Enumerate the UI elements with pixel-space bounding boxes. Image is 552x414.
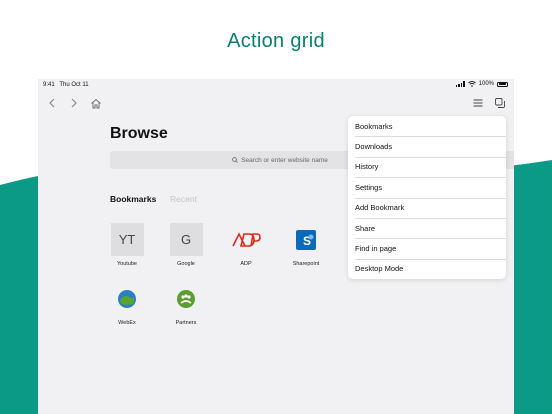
forward-button[interactable] bbox=[66, 95, 82, 111]
youtube-icon: YT bbox=[110, 223, 144, 256]
tile-label: Sharepoint bbox=[292, 261, 320, 267]
menu-item-bookmarks[interactable]: Bookmarks bbox=[348, 116, 506, 136]
tile-label: Google bbox=[177, 261, 195, 267]
tile-label: Youtube bbox=[117, 261, 137, 267]
tabs-button[interactable] bbox=[492, 95, 508, 111]
cellular-signal-icon bbox=[456, 81, 465, 87]
battery-percent: 100% bbox=[478, 81, 494, 87]
status-time: 9:41 bbox=[43, 82, 55, 88]
search-icon bbox=[232, 157, 239, 163]
menu-item-desktop-mode[interactable]: Desktop Mode bbox=[348, 258, 506, 279]
headline: Action grid bbox=[227, 30, 325, 52]
chevron-right-icon bbox=[71, 98, 77, 108]
battery-icon bbox=[497, 81, 508, 87]
status-bar: 9:41 Thu Oct 11 100% bbox=[38, 79, 514, 91]
chevron-left-icon bbox=[49, 98, 55, 108]
bookmark-tile-youtube[interactable]: YT Youtube bbox=[107, 223, 147, 267]
sharepoint-logo-icon: S bbox=[290, 223, 323, 256]
bookmark-tile-sharepoint[interactable]: S Sharepoint bbox=[286, 223, 326, 267]
wifi-icon bbox=[467, 81, 476, 87]
home-button[interactable] bbox=[88, 95, 104, 111]
menu-item-share[interactable]: Share bbox=[348, 217, 506, 238]
tile-label: WebEx bbox=[118, 320, 136, 326]
menu-item-add-bookmark[interactable]: Add Bookmark bbox=[348, 197, 506, 218]
tile-label: ADP bbox=[240, 261, 252, 267]
tabs-icon bbox=[495, 98, 505, 108]
bookmark-tile-webex[interactable]: WebEx bbox=[107, 282, 147, 326]
tab-bookmarks[interactable]: Bookmarks bbox=[110, 194, 156, 204]
webex-logo-icon bbox=[111, 282, 144, 315]
menu-item-find-in-page[interactable]: Find in page bbox=[348, 238, 506, 258]
hamburger-menu-icon bbox=[473, 99, 483, 107]
search-placeholder: Search or enter website name bbox=[241, 156, 328, 164]
back-button[interactable] bbox=[44, 95, 60, 111]
menu-item-history[interactable]: History bbox=[348, 156, 506, 177]
adp-logo-icon bbox=[230, 223, 263, 256]
bookmark-tile-partners[interactable]: Partners bbox=[166, 282, 206, 326]
bookmark-tile-adp[interactable]: ADP bbox=[226, 223, 266, 267]
browser-toolbar bbox=[38, 91, 514, 115]
menu-button[interactable] bbox=[470, 95, 486, 111]
home-icon bbox=[91, 98, 101, 108]
status-date: Thu Oct 11 bbox=[59, 82, 89, 88]
menu-item-downloads[interactable]: Downloads bbox=[348, 136, 506, 156]
google-icon: G bbox=[169, 223, 203, 256]
action-menu: Bookmarks Downloads History Settings Add… bbox=[348, 116, 506, 279]
tab-recent[interactable]: Recent bbox=[170, 194, 197, 204]
menu-item-settings[interactable]: Settings bbox=[348, 177, 506, 197]
page-title: Browse bbox=[110, 125, 168, 142]
bookmark-tile-google[interactable]: G Google bbox=[166, 223, 206, 267]
partners-logo-icon bbox=[170, 282, 203, 315]
tile-label: Partners bbox=[175, 320, 197, 326]
